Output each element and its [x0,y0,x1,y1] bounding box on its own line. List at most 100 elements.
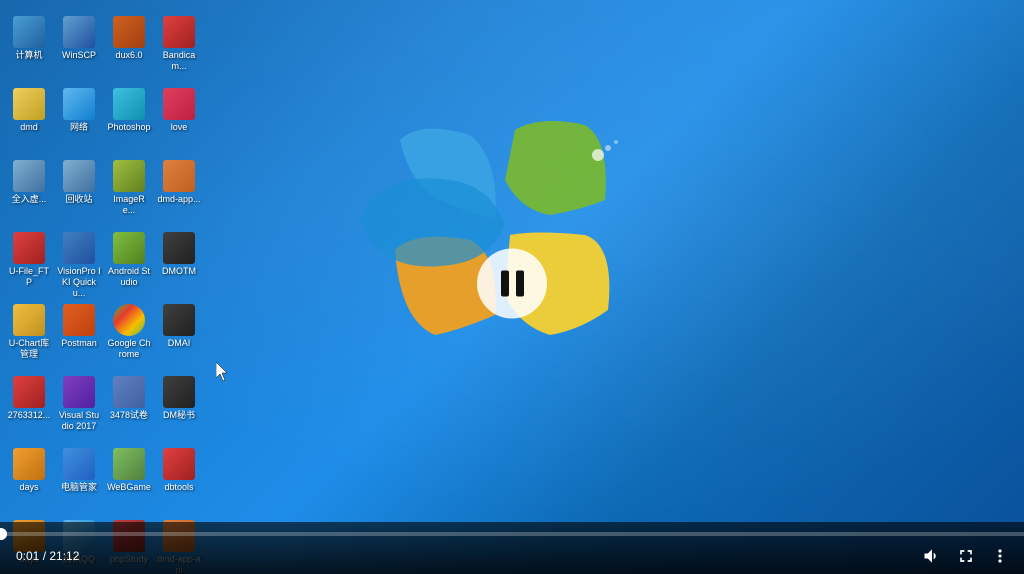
progress-bar[interactable] [0,532,1024,536]
icon-label-dmotm: DMOTM [162,266,196,277]
icon-img-imageres [113,160,145,192]
icon-img-quanruxu [13,160,45,192]
icon-label-love: love [171,122,188,133]
icon-label-webgame: WeBGame [107,482,151,493]
icon-img-uftp [13,232,45,264]
icon-label-postman: Postman [61,338,97,349]
icon-img-photoshop [113,88,145,120]
desktop-icon-dmd[interactable]: dmd [6,86,52,156]
desktop-icon-winscp[interactable]: WinSCP [56,14,102,84]
icon-label-recycle: 回收站 [65,194,92,205]
icon-img-recycle [63,160,95,192]
icon-img-bandicam [163,16,195,48]
icon-img-dm6 [163,376,195,408]
icon-label-protect: 电脑管家 [61,482,97,493]
desktop-icon-num[interactable]: 2763312... [6,374,52,444]
icon-label-dbtools: dbtools [164,482,193,493]
icon-img-protect [63,448,95,480]
icon-img-vs [63,376,95,408]
desktop-icon-3478[interactable]: 3478试卷 [106,374,152,444]
desktop-icon-qq[interactable]: 网络 [56,86,102,156]
icon-label-quanruxu: 全入虚... [12,194,47,205]
icon-label-uftp: U-File_FTP [7,266,51,288]
icon-label-vision: VisionPro IKI Quicku... [57,266,101,298]
icon-label-uchard: U-Chart库管理 [7,338,51,360]
icon-label-dux: dux6.0 [115,50,142,61]
controls-bottom: 0:01 / 21:12 [0,544,1024,568]
desktop-icon-days[interactable]: days [6,446,52,516]
icon-label-winscp: WinSCP [62,50,96,61]
volume-button[interactable] [920,544,944,568]
desktop-icon-computer[interactable]: 计算机 [6,14,52,84]
desktop-icon-dm6[interactable]: DM秘书 [156,374,202,444]
icon-img-dmd [13,88,45,120]
icon-img-dmotm [163,232,195,264]
desktop-icon-recycle[interactable]: 回收站 [56,158,102,228]
icon-label-qq: 网络 [70,122,88,133]
desktop-icon-dmotm[interactable]: DMOTM [156,230,202,300]
icon-label-3478: 3478试卷 [110,410,148,421]
icon-img-3478 [113,376,145,408]
icon-img-vision [63,232,95,264]
icon-img-days [13,448,45,480]
pause-icon [501,271,524,297]
icon-img-android [113,232,145,264]
volume-icon [922,546,942,566]
desktop-icon-love[interactable]: love [156,86,202,156]
desktop-icon-webgame[interactable]: WeBGame [106,446,152,516]
desktop-icon-bandicam[interactable]: Bandicam... [156,14,202,84]
time-display: 0:01 / 21:12 [16,549,79,563]
icon-img-winscp [63,16,95,48]
icon-label-days: days [19,482,38,493]
icon-label-dmai: DMAI [168,338,191,349]
icon-img-love [163,88,195,120]
desktop-icon-protect[interactable]: 电脑管家 [56,446,102,516]
more-options-button[interactable] [988,544,1012,568]
icon-img-dbtools [163,448,195,480]
desktop-icon-postman[interactable]: Postman [56,302,102,372]
video-container: 计算机 WinSCP dux6.0 Bandicam... dmd 网络 Photoshop… [0,0,1024,574]
desktop-icon-uftp[interactable]: U-File_FTP [6,230,52,300]
fullscreen-button[interactable] [954,544,978,568]
desktop-icon-dmdapp[interactable]: dmd-app... [156,158,202,228]
icon-label-imageres: ImageRe... [107,194,151,216]
more-vert-icon [990,546,1010,566]
desktop-icon-imageres[interactable]: ImageRe... [106,158,152,228]
video-controls-bar: 0:01 / 21:12 [0,522,1024,574]
icon-img-uchard [13,304,45,336]
icon-label-android: Android Studio [107,266,151,288]
icon-img-dmai [163,304,195,336]
desktop-icon-uchard[interactable]: U-Chart库管理 [6,302,52,372]
icon-img-dux [113,16,145,48]
desktop-icon-photoshop[interactable]: Photoshop [106,86,152,156]
progress-dot [0,528,7,540]
desktop-icon-chrome[interactable]: Google Chrome [106,302,152,372]
icon-img-qq [63,88,95,120]
icon-label-dmd: dmd [20,122,38,133]
desktop-icon-dux[interactable]: dux6.0 [106,14,152,84]
icon-label-num: 2763312... [8,410,51,421]
desktop-icon-quanruxu[interactable]: 全入虚... [6,158,52,228]
icon-img-webgame [113,448,145,480]
icon-label-bandicam: Bandicam... [157,50,201,72]
desktop-icon-dbtools[interactable]: dbtools [156,446,202,516]
icon-label-chrome: Google Chrome [107,338,151,360]
pause-bar-left [501,271,509,297]
pause-bar-right [516,271,524,297]
icon-label-photoshop: Photoshop [107,122,150,133]
desktop-icon-dmai[interactable]: DMAI [156,302,202,372]
icon-label-vs: Visual Studio 2017 [57,410,101,432]
windows-logo [340,80,660,400]
icon-img-num [13,376,45,408]
icon-img-computer [13,16,45,48]
desktop-icon-vision[interactable]: VisionPro IKI Quicku... [56,230,102,300]
desktop-icons: 计算机 WinSCP dux6.0 Bandicam... dmd 网络 Photoshop… [0,8,200,528]
icon-img-postman [63,304,95,336]
icon-img-chrome [113,304,145,336]
icon-label-computer: 计算机 [15,50,42,61]
pause-button[interactable] [477,249,547,319]
icon-img-dmdapp [163,160,195,192]
desktop-icon-vs[interactable]: Visual Studio 2017 [56,374,102,444]
desktop-icon-android[interactable]: Android Studio [106,230,152,300]
icon-label-dmdapp: dmd-app... [157,194,200,205]
